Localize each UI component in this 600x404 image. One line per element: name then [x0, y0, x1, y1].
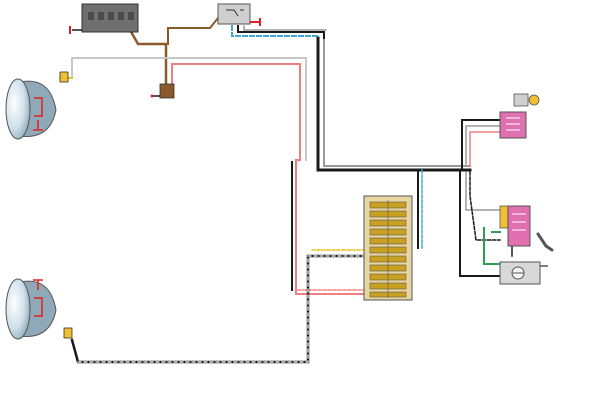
stalk-lever-arm	[536, 232, 554, 252]
wire-main-trunk-black	[316, 36, 472, 172]
harness-connector-top	[150, 83, 175, 99]
switch-right	[499, 261, 548, 285]
wire-headlamp-left-grey	[71, 57, 307, 161]
wiring-diagram	[5, 3, 554, 364]
headlamp-left-connector	[59, 71, 69, 83]
wire-right-up-black	[461, 119, 501, 171]
wire-pink-1	[171, 63, 365, 295]
wire-right-up-pink	[469, 131, 501, 167]
bulb-glass	[528, 94, 540, 106]
wire-battery-to-relay	[167, 16, 220, 45]
fuse-box	[363, 195, 413, 301]
battery	[69, 3, 139, 34]
connector-right-mid	[499, 205, 531, 247]
connector-right-top	[499, 111, 527, 139]
headlamp-right	[5, 278, 73, 340]
wire-dashed-headlamp-right	[70, 254, 366, 364]
wire-dashed-headlamp-right-white	[77, 255, 365, 363]
bulb-top-right	[513, 93, 540, 107]
connector-right-top-body	[499, 111, 527, 139]
headlamp-right-lens	[5, 278, 31, 340]
wire-relay-grey	[243, 25, 327, 31]
connector-right-mid-pink	[507, 205, 531, 247]
wire-harness	[59, 16, 513, 364]
headlamp-left-lens	[5, 78, 31, 140]
connector-right-mid-yellow	[499, 205, 509, 229]
relay-body	[217, 3, 251, 25]
stalk-lever	[536, 232, 554, 252]
headlamp-left	[5, 71, 69, 140]
wire-main-trunk-grey	[323, 37, 471, 167]
wire-green-1	[483, 227, 501, 265]
bulb-holder	[513, 93, 529, 107]
headlamp-right-connector	[63, 327, 73, 339]
relay-box	[217, 3, 261, 26]
